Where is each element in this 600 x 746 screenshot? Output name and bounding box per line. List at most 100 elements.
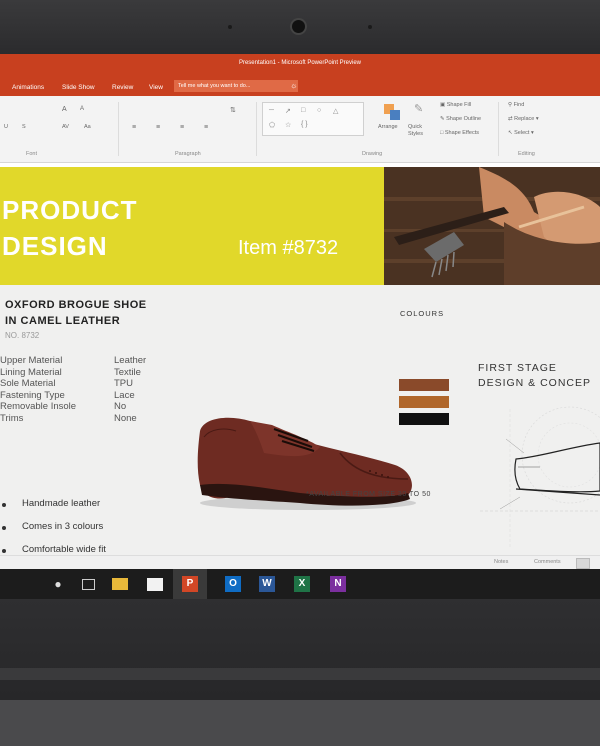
shape-star-icon: ☆ [285,122,292,129]
shoe-title-line-2: IN CAMEL LEATHER [5,315,121,327]
shape-brace-icon: { } [301,121,308,128]
status-bar: Notes Comments [0,555,600,570]
store-icon[interactable] [147,578,163,591]
title-banner: PRODUCT DESIGN Item #8732 [0,167,384,285]
spec-value: None [114,412,137,424]
colour-swatch-black [399,413,449,425]
spec-label: Lining Material [0,366,62,378]
tell-me-search[interactable]: Tell me what you want to do... [174,80,298,92]
shape-effects-button[interactable]: □ Shape Effects [440,130,479,136]
text-direction-icon[interactable]: ⇅ [230,106,236,114]
paint-bucket-icon: ▣ [440,102,447,108]
shape-fill-button[interactable]: ▣ Shape Fill [440,102,471,108]
arrange-icon-back [390,110,400,120]
normal-view-icon[interactable] [576,558,590,569]
tab-review[interactable]: Review [112,84,133,91]
comments-button[interactable]: Comments [534,559,561,565]
task-view-icon[interactable] [82,579,95,590]
shoe-title-line-1: OXFORD BROGUE SHOE [5,299,147,311]
feature-item: Comes in 3 colours [22,521,104,532]
product-number: NO. 8732 [5,331,40,340]
shape-rectangle-icon: □ [301,107,306,114]
slide-canvas[interactable]: PRODUCT DESIGN Item #8732 OXFORD BROGUE … [0,167,600,589]
microphone-icon[interactable]: ● [50,576,66,592]
availability-note: *AVAILABLE FROM SIZE 30 TO 50 [306,491,431,498]
bullet-dot [2,503,6,507]
align-center-icon[interactable]: ≡ [156,124,160,131]
shape-triangle-icon: △ [333,108,339,115]
quick-styles-button[interactable]: ✎ Quick Styles [406,102,434,146]
chevron-down-icon: ▾ [534,116,539,122]
outlook-icon[interactable]: O [225,576,241,592]
feature-item: Comfortable wide fit [22,544,106,555]
grow-font-icon[interactable]: A [62,106,67,113]
font-group-label: Font [26,151,38,157]
tab-view[interactable]: View [149,84,163,91]
spec-value: Lace [114,389,135,401]
onenote-icon[interactable]: N [330,576,346,592]
bullet-dot [2,526,6,530]
shape-oval-icon: ○ [317,107,322,114]
first-stage-heading: FIRST STAGE [478,362,557,374]
screen: Presentation1 - Microsoft PowerPoint Pre… [0,54,600,599]
shape-outline-label: Shape Outline [446,116,481,122]
oxford-shoe-image [197,417,416,510]
item-number: Item #8732 [238,237,339,259]
tab-animations[interactable]: Animations [12,84,44,91]
powerpoint-taskbar-button[interactable]: P [173,569,207,599]
align-right-icon[interactable]: ≡ [180,124,184,131]
laptop-top-bezel [0,0,600,54]
drawing-group-label: Drawing [362,151,383,157]
group-divider [256,102,257,156]
shoe-sketch [480,406,600,549]
shape-pentagon-icon: ⬠ [269,122,276,129]
select-button[interactable]: ↖ Select ▾ [508,130,534,136]
strikethrough-icon[interactable]: S [22,124,26,130]
shape-outline-button[interactable]: ✎ Shape Outline [440,116,481,122]
justify-icon[interactable]: ≡ [204,124,208,131]
ribbon-tabs: Animations Slide Show Review View Tell m… [0,78,600,96]
word-icon[interactable]: W [259,576,275,592]
spec-value: Leather [114,355,147,366]
quick-styles-icon: ✎ [414,103,424,115]
tab-slide-show[interactable]: Slide Show [62,84,95,91]
bullet-dot [2,549,6,553]
spec-value: Textile [114,366,141,378]
arrange-button[interactable]: Arrange [378,102,406,142]
spec-label: Trims [0,412,24,424]
sensor-dot [228,25,232,29]
title-line-2: DESIGN [2,231,108,261]
find-label: Find [513,102,525,108]
window-title: Presentation1 - Microsoft PowerPoint Pre… [238,60,362,66]
shape-effects-label: Shape Effects [444,130,480,136]
laptop-hinge [0,668,600,680]
colour-swatch-brown [399,379,449,391]
bold-icon[interactable]: U [4,124,8,130]
group-divider [118,102,119,156]
shape-arrow-icon: ↗ [285,108,291,115]
shrink-font-icon[interactable]: A [80,106,84,112]
notes-button[interactable]: Notes [494,559,508,565]
find-button[interactable]: ⚲ Find [508,102,524,108]
replace-button[interactable]: ⇄ Replace ▾ [508,116,539,122]
spec-value: No [114,401,127,412]
file-explorer-icon[interactable] [112,578,128,590]
excel-icon[interactable]: X [294,576,310,592]
sensor-dot [368,25,372,29]
char-spacing-icon[interactable]: AV [62,124,69,130]
align-left-icon[interactable]: ≡ [132,124,136,131]
shape-line-icon: ─ [269,107,274,114]
lightbulb-icon: ☼ [290,81,298,90]
chevron-down-icon: ▾ [529,130,534,136]
webcam [292,20,305,33]
spec-label: Upper Material [0,355,63,366]
change-case-icon[interactable]: Aa [84,124,91,130]
select-label: Select [514,130,530,136]
shapes-gallery[interactable]: ─ ↗ □ ○ △ ⬠ ☆ { } [262,102,364,136]
shape-fill-label: Shape Fill [446,102,472,108]
laptop-base [0,700,600,746]
leatherwork-image [384,167,600,285]
spec-label: Removable Insole [0,401,77,412]
replace-label: Replace [514,116,535,122]
taskbar: ● P O W X N [0,569,600,599]
